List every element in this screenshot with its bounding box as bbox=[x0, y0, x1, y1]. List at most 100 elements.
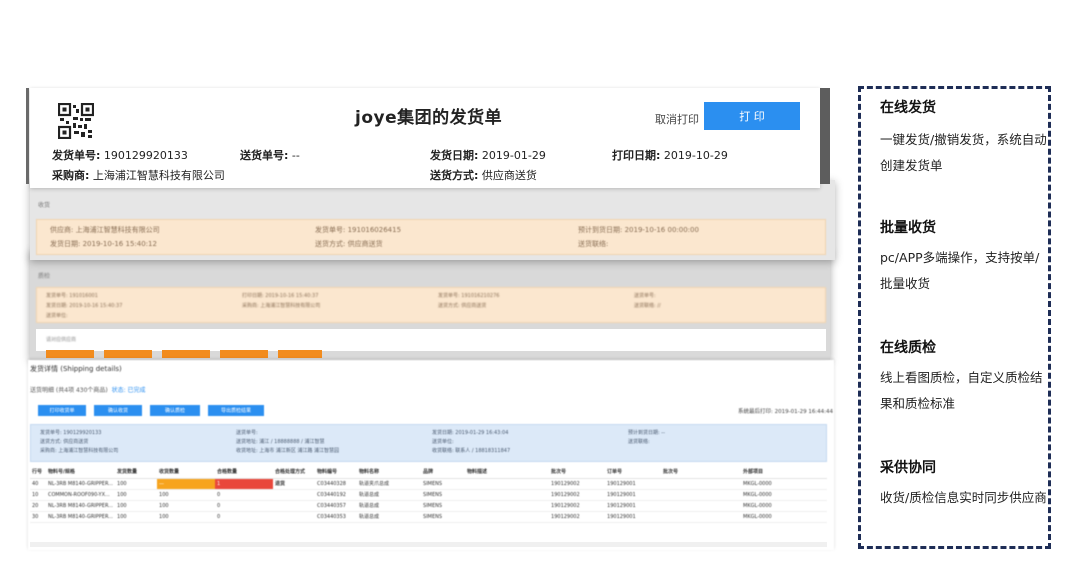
cell: 20 bbox=[30, 500, 46, 512]
info-field: 送货地址: 浦江 / 18888888 / 浦江智慧 bbox=[236, 439, 325, 445]
receipt-expected: 预计到货日期: 2019-10-16 00:00:00 bbox=[578, 226, 699, 234]
confirm-receipt-button[interactable]: 确认收货 bbox=[94, 405, 142, 416]
card-scrollbar[interactable] bbox=[820, 88, 830, 184]
receipt-method: 送货方式: 供应商送货 bbox=[315, 240, 383, 248]
qc-action-bar bbox=[36, 329, 826, 351]
buyer-field: 采购商: 上海浦江智慧科技有限公司 bbox=[52, 169, 225, 182]
confirm-qc-button[interactable]: 确认质检 bbox=[150, 405, 200, 416]
last-print-date: 系统最后打印: 2019-01-29 16:44:44 bbox=[738, 409, 834, 415]
cell bbox=[273, 511, 316, 523]
cell bbox=[273, 489, 316, 501]
qc-action-button[interactable] bbox=[104, 350, 152, 358]
cell: 190129002 bbox=[549, 478, 606, 490]
cell: 100 bbox=[157, 489, 216, 501]
cell: 190129002 bbox=[549, 489, 606, 501]
cell: SIMENS bbox=[421, 489, 466, 501]
column-header[interactable]: 物料描述 bbox=[465, 466, 550, 479]
cell: 30 bbox=[30, 511, 46, 523]
qc-section-label: 质检 bbox=[38, 273, 51, 280]
cell bbox=[465, 511, 550, 523]
cell: 100 bbox=[115, 489, 158, 501]
cell: 190129001 bbox=[605, 478, 662, 490]
feature-desc-online-qc: 线上看图质检，自定义质检结果和质检标准 bbox=[880, 370, 1043, 411]
cell: 0 bbox=[215, 511, 274, 523]
cell bbox=[273, 500, 316, 512]
table-row[interactable]: 20 NL-3RB M8140-GRIPPER... 100 100 0 C03… bbox=[30, 500, 827, 512]
column-header[interactable]: 物料号/规格 bbox=[46, 466, 116, 479]
cell: 100 bbox=[115, 511, 158, 523]
qc-action-button[interactable] bbox=[220, 350, 268, 358]
column-header[interactable]: 合格处理方式 bbox=[273, 466, 316, 479]
cell bbox=[661, 489, 742, 501]
column-header[interactable]: 发货数量 bbox=[115, 466, 158, 479]
qualified-qty-cell[interactable]: 1 bbox=[215, 478, 274, 490]
print-button[interactable]: 打 印 bbox=[704, 102, 800, 130]
info-field: 送货联络: bbox=[628, 439, 650, 445]
cell: C03440357 bbox=[315, 500, 358, 512]
receipt-ship-no: 发货单号: 191016026415 bbox=[315, 226, 402, 234]
feature-title-online-qc: 在线质检 bbox=[880, 340, 936, 356]
feature-title-batch-receiving: 批量收货 bbox=[880, 220, 936, 236]
qc-info-box bbox=[36, 287, 826, 323]
card-edge bbox=[26, 88, 29, 184]
cell: MKGL-0000 bbox=[741, 489, 827, 501]
column-header[interactable]: 行号 bbox=[30, 466, 46, 479]
cell: 190129002 bbox=[549, 511, 606, 523]
table-row[interactable]: 10 COMMON-ROOF090-YX... 100 100 0 C03440… bbox=[30, 489, 827, 501]
feature-desc-batch-receiving: pc/APP多端操作，支持按单/批量收货 bbox=[880, 250, 1040, 291]
cell bbox=[465, 500, 550, 512]
column-header[interactable]: 合格数量 bbox=[215, 466, 274, 479]
column-header[interactable]: 外部项目 bbox=[741, 466, 827, 479]
qc-action-button[interactable] bbox=[46, 350, 94, 358]
table-row[interactable]: 40 NL-3RB M8140-GRIPPER... 100 — 1 退货 C0… bbox=[30, 478, 827, 490]
info-field: 收货联络: 联系人 / 18818311847 bbox=[432, 448, 511, 454]
cell: COMMON-ROOF090-YX... bbox=[46, 489, 116, 501]
qc-field: 发货日期: 2019-10-16 15:40:37 bbox=[46, 303, 123, 309]
cell: 轨道夹爪总成 bbox=[357, 478, 422, 490]
column-header[interactable]: 批次号 bbox=[661, 466, 742, 479]
cell: NL-3RB M8140-GRIPPER... bbox=[46, 478, 116, 490]
feature-title-collaboration: 采供协同 bbox=[880, 460, 936, 476]
cell: 100 bbox=[157, 511, 216, 523]
received-qty-cell[interactable]: — bbox=[157, 478, 216, 490]
cell: 190129001 bbox=[605, 500, 662, 512]
cell: 10 bbox=[30, 489, 46, 501]
qc-action-button[interactable] bbox=[278, 350, 322, 358]
horizontal-scrollbar[interactable] bbox=[30, 542, 827, 547]
cancel-print-link[interactable]: 取消打印 bbox=[655, 111, 699, 127]
details-info-box bbox=[30, 424, 827, 462]
table-row[interactable]: 30 NL-3RB M8140-GRIPPER... 100 100 0 C03… bbox=[30, 511, 827, 523]
column-header[interactable]: 订单号 bbox=[605, 466, 662, 479]
column-header[interactable]: 收货数量 bbox=[157, 466, 216, 479]
cell bbox=[661, 500, 742, 512]
cell: 0 bbox=[215, 500, 274, 512]
cell: MKGL-0000 bbox=[741, 478, 827, 490]
info-field: 送货单位: bbox=[432, 439, 454, 445]
cell: 190129002 bbox=[549, 500, 606, 512]
cell: 100 bbox=[115, 478, 158, 490]
cell: 190129001 bbox=[605, 511, 662, 523]
cell: 40 bbox=[30, 478, 46, 490]
column-header[interactable]: 批次号 bbox=[549, 466, 606, 479]
cell: NL-3RB M8140-GRIPPER... bbox=[46, 511, 116, 523]
cell: 100 bbox=[157, 500, 216, 512]
delivery-method-field: 送货方式: 供应商送货 bbox=[430, 169, 537, 182]
column-header[interactable]: 品牌 bbox=[421, 466, 466, 479]
export-qc-button[interactable]: 导出质检结果 bbox=[208, 405, 264, 416]
feature-desc-online-shipping: 一键发货/撤销发货，系统自动创建发货单 bbox=[880, 132, 1047, 173]
qc-field: 送货联络: // bbox=[634, 303, 661, 309]
qc-action-button[interactable] bbox=[162, 350, 210, 358]
column-header[interactable]: 物料名称 bbox=[357, 466, 422, 479]
qc-field: 送货单号: bbox=[634, 293, 656, 299]
column-header[interactable]: 物料编号 bbox=[315, 466, 358, 479]
print-receipt-button[interactable]: 打印收货单 bbox=[38, 405, 86, 416]
details-subtitle: 送货明细 (共4项 430个商品) 状态: 已完成 bbox=[30, 387, 146, 394]
feature-desc-collaboration: 收货/质检信息实时同步供应商 bbox=[880, 490, 1047, 505]
qc-field: 发货单号: 191016210276 bbox=[438, 293, 500, 299]
cell: 轨道总成 bbox=[357, 489, 422, 501]
cell: 轨道总成 bbox=[357, 500, 422, 512]
ship-date-field: 发货日期: 2019-01-29 bbox=[430, 149, 546, 162]
qr-code-icon bbox=[58, 103, 94, 139]
info-field: 送货单号: bbox=[236, 430, 258, 436]
cell: 0 bbox=[215, 489, 274, 501]
